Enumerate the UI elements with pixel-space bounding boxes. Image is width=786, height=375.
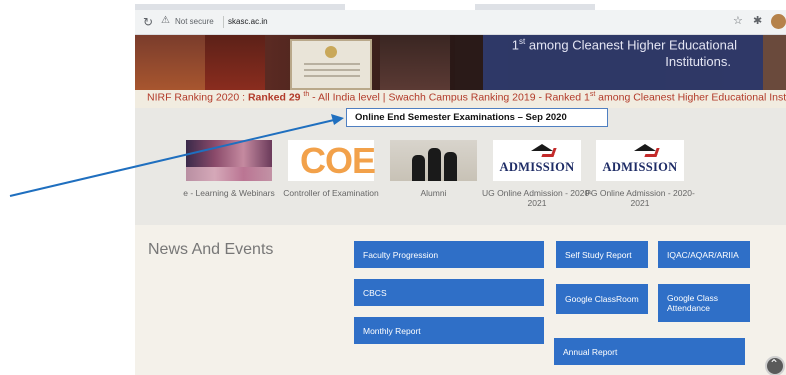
hero-photo-person bbox=[380, 35, 450, 90]
news-events-heading: News And Events bbox=[148, 241, 274, 258]
cbcs-button[interactable]: CBCS bbox=[354, 279, 544, 306]
button-label: IQAC/AQAR/ARIIA bbox=[667, 250, 739, 260]
bookmark-star-icon[interactable]: ☆ bbox=[733, 14, 743, 27]
address-bar-url[interactable]: skasc.ac.in bbox=[228, 17, 268, 26]
graduate-figure bbox=[428, 148, 441, 181]
news-ticker[interactable]: NIRF Ranking 2020 : Ranked 29 th - All I… bbox=[135, 90, 786, 108]
ticker-text: NIRF Ranking 2020 : Ranked 29 th - All I… bbox=[147, 91, 786, 104]
button-label: Monthly Report bbox=[363, 326, 421, 336]
browser-toolbar: ↻ ⚠ Not secure skasc.ac.in ☆ ✱ bbox=[135, 4, 786, 35]
tile-label-pg-admission[interactable]: PG Online Admission - 2020-2021 bbox=[583, 188, 697, 208]
hero-caption-sup: st bbox=[519, 37, 526, 46]
profile-avatar[interactable] bbox=[771, 14, 786, 29]
tile-label-alumni[interactable]: Alumni bbox=[395, 188, 472, 198]
hero-caption-text: among Cleanest Higher Educational bbox=[528, 37, 737, 53]
chevron-up-icon: ⌃ bbox=[769, 357, 780, 371]
button-label: Self Study Report bbox=[565, 250, 632, 260]
warning-icon[interactable]: ⚠ bbox=[161, 15, 170, 26]
certificate-line bbox=[304, 69, 360, 71]
scroll-to-top-button[interactable]: ⌃ bbox=[765, 356, 785, 375]
button-label: Annual Report bbox=[563, 347, 618, 357]
tile-alumni[interactable] bbox=[390, 140, 477, 181]
admission-logo-text: ADMISSION bbox=[499, 160, 575, 174]
hero-photo-person bbox=[135, 35, 205, 90]
ticker-middle: - All India level | Swachh Campus Rankin… bbox=[309, 91, 590, 104]
tile-pg-admission[interactable]: ADMISSION bbox=[596, 140, 684, 181]
ticker-prefix: NIRF Ranking 2020 : bbox=[147, 91, 248, 104]
graduate-figure bbox=[412, 155, 425, 181]
certificate-line bbox=[304, 63, 360, 65]
graduate-figure bbox=[444, 152, 457, 181]
screenshot-stage: ↻ ⚠ Not secure skasc.ac.in ☆ ✱ 1st among… bbox=[0, 0, 786, 375]
hero-caption: 1st among Cleanest Higher Educational In… bbox=[483, 35, 763, 90]
hero-caption-line2: Institutions. bbox=[665, 54, 731, 69]
coe-logo: COE bbox=[300, 140, 376, 181]
google-classroom-button[interactable]: Google ClassRoom bbox=[556, 284, 648, 314]
tab-strip-right bbox=[475, 4, 595, 10]
ticker-ranked: Ranked 29 bbox=[247, 91, 301, 104]
tile-photo-row bbox=[186, 167, 272, 181]
faculty-progression-button[interactable]: Faculty Progression bbox=[354, 241, 544, 268]
iqac-aqar-ariia-button[interactable]: IQAC/AQAR/ARIIA bbox=[658, 241, 750, 268]
emblem-icon bbox=[325, 46, 337, 58]
tile-label-ug-admission[interactable]: UG Online Admission - 2020-2021 bbox=[480, 188, 594, 208]
hero-photo-background bbox=[763, 35, 786, 90]
tile-e-learning[interactable] bbox=[186, 140, 272, 181]
monthly-report-button[interactable]: Monthly Report bbox=[354, 317, 544, 344]
tile-label-e-learning[interactable]: e - Learning & Webinars bbox=[172, 188, 286, 198]
tile-ug-admission[interactable]: ADMISSION bbox=[493, 140, 581, 181]
exam-announcement-link[interactable]: Online End Semester Examinations – Sep 2… bbox=[346, 108, 608, 127]
hero-photo-person bbox=[205, 35, 265, 90]
tile-coe[interactable]: COE bbox=[288, 140, 376, 181]
tile-label-coe[interactable]: Controller of Examination bbox=[280, 188, 382, 198]
certificate-line bbox=[304, 75, 360, 77]
certificate-image bbox=[290, 39, 372, 90]
not-secure-label[interactable]: Not secure bbox=[175, 17, 214, 26]
google-class-attendance-button[interactable]: Google Class Attendance bbox=[658, 284, 750, 322]
ticker-suffix: among Cleanest Higher Educational Insti bbox=[595, 91, 786, 104]
exam-announcement-text: Online End Semester Examinations – Sep 2… bbox=[355, 112, 567, 123]
tab-strip-left bbox=[135, 4, 345, 10]
button-label: Faculty Progression bbox=[363, 250, 439, 260]
checkmark-icon bbox=[644, 148, 660, 157]
hero-banner: 1st among Cleanest Higher Educational In… bbox=[135, 35, 786, 90]
self-study-report-button[interactable]: Self Study Report bbox=[556, 241, 648, 268]
hero-caption-line1: 1st among Cleanest Higher Educational bbox=[511, 37, 737, 53]
hero-photo-background bbox=[455, 35, 483, 90]
button-label: CBCS bbox=[363, 288, 387, 298]
checkmark-icon bbox=[541, 148, 557, 157]
button-label: Google ClassRoom bbox=[565, 294, 639, 304]
reload-icon[interactable]: ↻ bbox=[143, 15, 157, 29]
extension-icon[interactable]: ✱ bbox=[753, 14, 762, 27]
annual-report-button[interactable]: Annual Report bbox=[554, 338, 745, 365]
admission-logo-text: ADMISSION bbox=[602, 160, 678, 174]
address-separator bbox=[223, 16, 224, 28]
button-label: Google Class Attendance bbox=[667, 293, 719, 313]
